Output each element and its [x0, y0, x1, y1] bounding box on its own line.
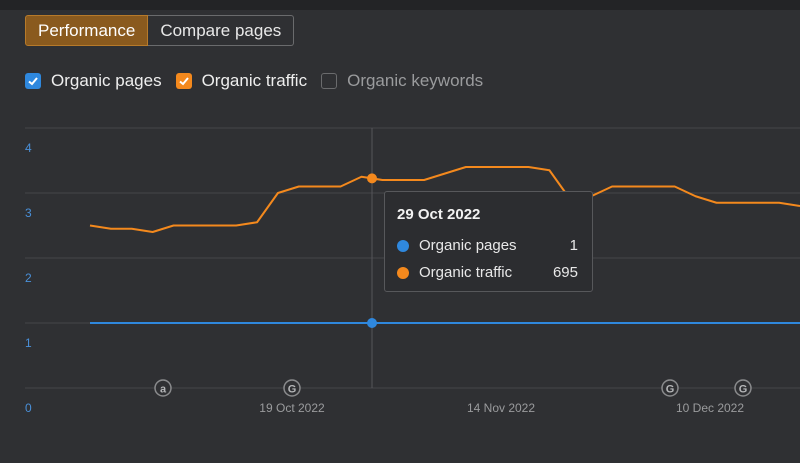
y-tick-label: 1	[25, 336, 32, 350]
google-update-icon-glyph: G	[288, 384, 297, 396]
y-tick-label: 0	[25, 401, 32, 415]
tooltip-date: 29 Oct 2022	[397, 206, 481, 223]
series-dot-icon	[397, 266, 409, 279]
x-tick-label: 10 Dec 2022	[676, 401, 744, 415]
google-update-icon-glyph: G	[739, 384, 748, 396]
tooltip-row-organic-pages: Organic pages 1	[397, 232, 578, 259]
tooltip-series-name: Organic traffic	[419, 264, 513, 281]
x-tick-label: 19 Oct 2022	[259, 401, 325, 415]
hover-point-organic-pages	[367, 318, 377, 328]
chart-tooltip: 29 Oct 2022 Organic pages 1 Organic traf…	[384, 191, 593, 292]
google-update-icon-glyph: G	[666, 384, 675, 396]
ahrefs-update-icon-glyph: a	[160, 384, 167, 396]
x-tick-label: 14 Nov 2022	[467, 401, 535, 415]
y-tick-label: 2	[25, 271, 32, 285]
tooltip-series-name: Organic pages	[419, 237, 517, 254]
y-tick-label: 4	[25, 141, 32, 155]
tooltip-row-organic-traffic: Organic traffic 695	[397, 259, 578, 286]
hover-point-organic-traffic	[367, 173, 377, 184]
y-tick-label: 3	[25, 206, 32, 220]
tooltip-series-value: 1	[569, 237, 578, 254]
series-dot-icon	[397, 239, 409, 252]
tooltip-series-value: 695	[552, 264, 578, 281]
